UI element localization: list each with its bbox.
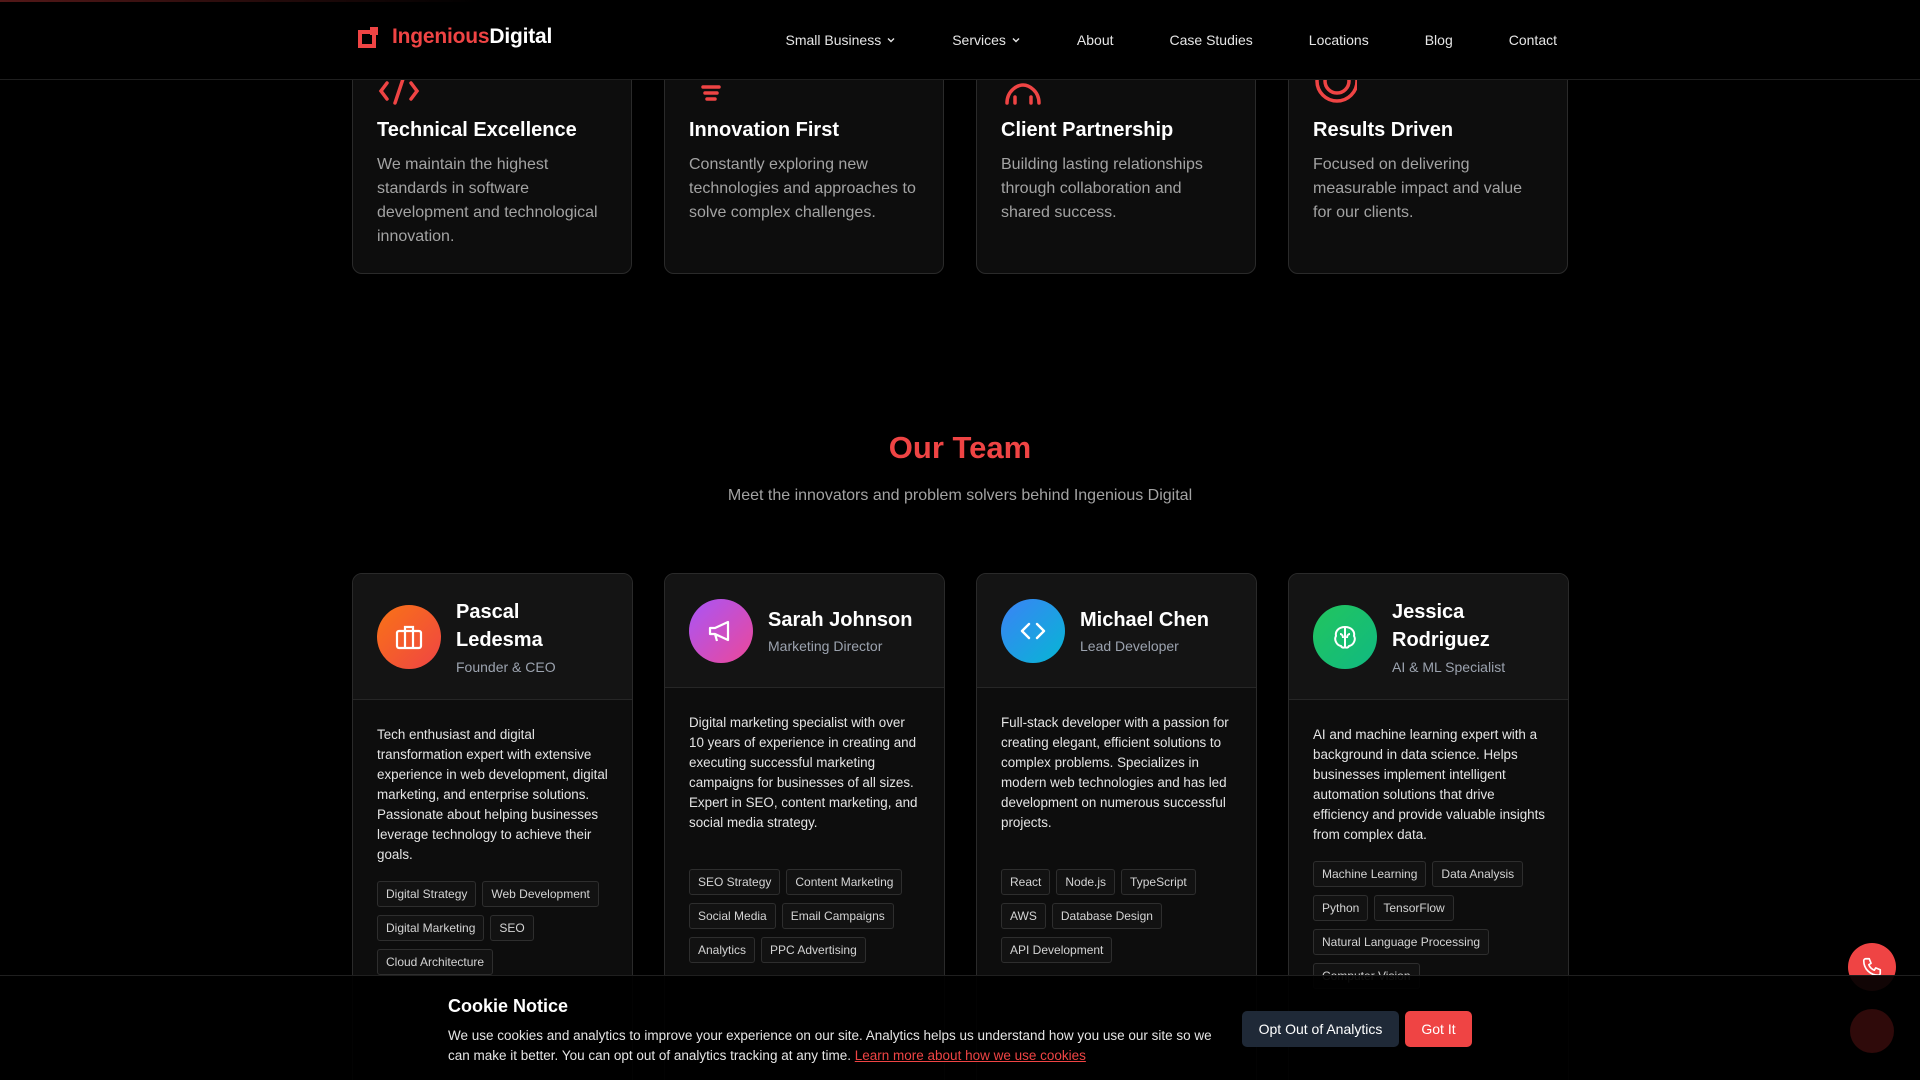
main-menu: Small Business Services About Case Studi… — [786, 0, 1557, 80]
team-section-subtitle: Meet the innovators and problem solvers … — [727, 487, 1193, 504]
member-bio: Digital marketing specialist with over 1… — [689, 715, 918, 830]
nav-item-case-studies[interactable]: Case Studies — [1170, 32, 1253, 48]
team-card-header: Jessica Rodriguez AI & ML Specialist — [1289, 574, 1568, 700]
skill-tag: Social Media — [689, 903, 776, 929]
skill-tag: TypeScript — [1121, 869, 1196, 895]
chevron-down-icon — [887, 38, 895, 43]
skill-tag: Node.js — [1056, 869, 1116, 895]
brand-name: IngeniousDigital — [392, 25, 553, 48]
value-description: Building lasting relationships through c… — [1001, 156, 1203, 221]
skill-tag: Content Marketing — [786, 869, 903, 895]
skill-tags: SEO Strategy Content Marketing Social Me… — [689, 869, 929, 963]
skill-tag: API Development — [1001, 937, 1113, 963]
skill-tag: Digital Strategy — [377, 881, 477, 907]
briefcase-icon — [395, 625, 423, 650]
value-title: Results Driven — [1313, 119, 1454, 141]
member-role: Founder & CEO — [456, 659, 556, 675]
skill-tag: Machine Learning — [1313, 861, 1427, 887]
value-description: We maintain the highest standards in sof… — [377, 156, 598, 245]
skill-tags: Machine Learning Data Analysis Python Te… — [1313, 861, 1553, 989]
team-section-title: Our Team — [888, 430, 1032, 465]
avatar — [377, 605, 441, 669]
logo-icon — [358, 27, 378, 48]
member-role: Marketing Director — [768, 638, 883, 654]
skill-tag: Cloud Architecture — [377, 949, 494, 975]
skill-tag: Email Campaigns — [781, 903, 894, 929]
value-title: Technical Excellence — [377, 119, 577, 141]
member-name: Michael Chen — [1080, 609, 1209, 631]
code-brackets-icon — [1020, 622, 1046, 640]
team-card-header: Pascal Ledesma Founder & CEO — [353, 574, 632, 700]
opt-out-analytics-button[interactable]: Opt Out of Analytics — [1242, 1011, 1399, 1047]
megaphone-icon — [708, 620, 730, 642]
member-name: Jessica Rodriguez — [1392, 601, 1490, 651]
value-description: Constantly exploring new technologies an… — [689, 156, 916, 221]
chat-button[interactable] — [1850, 1009, 1894, 1053]
brain-icon — [1334, 626, 1356, 649]
skill-tag: SEO Strategy — [689, 869, 781, 895]
cookie-learn-more-link[interactable]: Learn more about how we use cookies — [855, 1048, 1086, 1063]
cookie-text: We use cookies and analytics to improve … — [448, 1028, 1212, 1063]
member-bio: Full-stack developer with a passion for … — [1001, 715, 1229, 830]
nav-item-services[interactable]: Services — [952, 32, 1021, 48]
member-role: AI & ML Specialist — [1392, 659, 1506, 675]
skill-tag: Python — [1313, 895, 1369, 921]
team-card-header: Michael Chen Lead Developer — [977, 574, 1256, 688]
member-role: Lead Developer — [1080, 638, 1179, 654]
value-description: Focused on delivering measurable impact … — [1313, 156, 1523, 221]
skill-tag: React — [1001, 869, 1051, 895]
nav-item-contact[interactable]: Contact — [1509, 32, 1557, 48]
skill-tag: Database Design — [1051, 903, 1162, 929]
skill-tag: Web Development — [482, 881, 599, 907]
member-name: Sarah Johnson — [768, 609, 913, 631]
skill-tag: PPC Advertising — [761, 937, 866, 963]
cookie-title: Cookie Notice — [448, 996, 569, 1016]
nav-item-locations[interactable]: Locations — [1309, 32, 1369, 48]
accept-cookies-button[interactable]: Got It — [1405, 1011, 1472, 1047]
nav-item-small-business[interactable]: Small Business — [786, 32, 897, 48]
avatar — [1001, 599, 1065, 663]
value-title: Client Partnership — [1001, 119, 1174, 141]
chevron-down-icon — [1012, 38, 1020, 43]
skill-tag: TensorFlow — [1374, 895, 1454, 921]
skill-tag: Data Analysis — [1432, 861, 1524, 887]
team-card-header: Sarah Johnson Marketing Director — [665, 574, 944, 688]
avatar — [689, 599, 753, 663]
skill-tags: React Node.js TypeScript AWS Database De… — [1001, 869, 1241, 963]
nav-item-blog[interactable]: Blog — [1425, 32, 1453, 48]
skill-tag: Analytics — [689, 937, 756, 963]
top-navbar: IngeniousDigital Small Business Services… — [0, 0, 1920, 80]
nav-item-about[interactable]: About — [1077, 32, 1114, 48]
value-title: Innovation First — [689, 119, 839, 141]
skill-tag: SEO — [490, 915, 534, 941]
skill-tags: Digital Strategy Web Development Digital… — [377, 881, 617, 975]
brand-logo[interactable]: IngeniousDigital — [358, 25, 552, 49]
cookie-notice-banner: Cookie Notice We use cookies and analyti… — [0, 975, 1920, 1080]
skill-tag: AWS — [1001, 903, 1046, 929]
member-bio: Tech enthusiast and digital transformati… — [377, 727, 608, 862]
skill-tag: Natural Language Processing — [1313, 929, 1490, 955]
member-bio: AI and machine learning expert with a ba… — [1313, 727, 1546, 842]
member-name: Pascal Ledesma — [456, 601, 543, 651]
avatar — [1313, 605, 1377, 669]
skill-tag: Digital Marketing — [377, 915, 485, 941]
